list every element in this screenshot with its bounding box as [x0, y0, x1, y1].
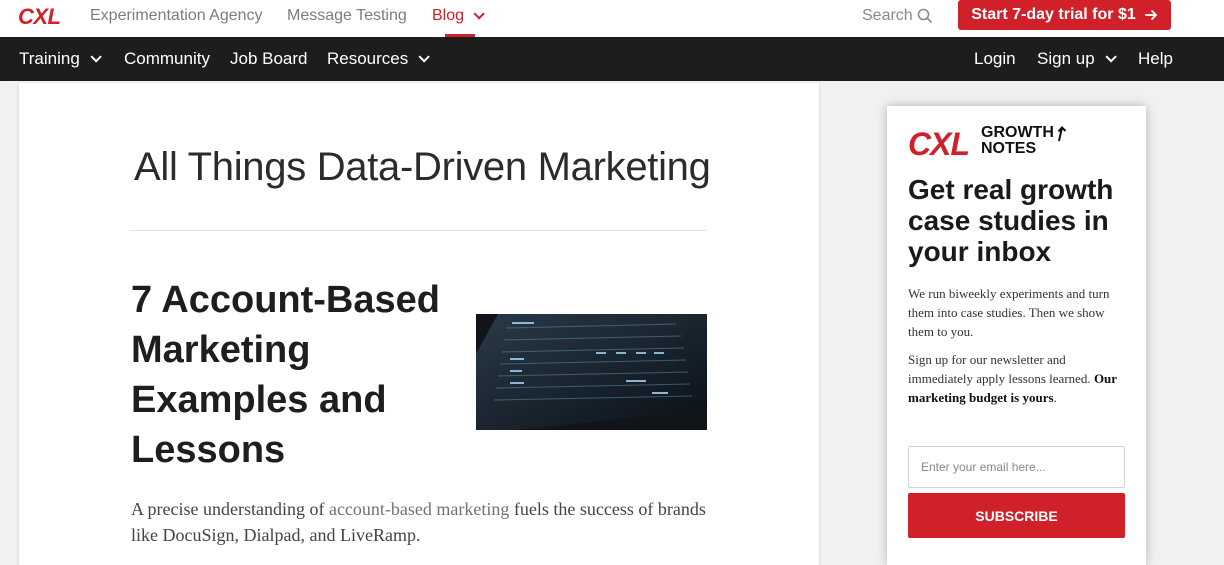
nav-job-board[interactable]: Job Board [230, 49, 308, 69]
article-title[interactable]: 7 Account-Based Marketing Examples and L… [131, 275, 461, 475]
nav-community-label: Community [124, 49, 210, 68]
nav-help[interactable]: Help [1138, 49, 1173, 69]
email-field[interactable] [908, 446, 1125, 488]
page-title: All Things Data-Driven Marketing [134, 145, 711, 189]
newsletter-heading: Get real growth case studies in your inb… [908, 174, 1114, 267]
chevron-down-icon [1105, 51, 1117, 63]
nav-login-label: Login [974, 49, 1016, 68]
chevron-down-icon [418, 51, 431, 63]
start-trial-label: Start 7-day trial for $1 [971, 6, 1136, 23]
cxl-logo: CXL [908, 126, 970, 162]
cxl-logo[interactable]: CXL [18, 4, 61, 30]
nav-sign-up[interactable]: Sign up [1037, 49, 1117, 69]
nav-resources[interactable]: Resources [327, 49, 431, 69]
subscribe-button[interactable]: SUBSCRIBE [908, 493, 1125, 538]
arrow-right-icon [1144, 9, 1158, 21]
link-message-testing[interactable]: Message Testing [287, 7, 407, 25]
search-icon [917, 8, 932, 24]
chevron-down-icon [90, 51, 102, 63]
article-excerpt: A precise understanding of account-based… [131, 496, 711, 548]
newsletter-description-2: Sign up for our newsletter and immediate… [908, 350, 1128, 407]
top-bar: CXL Experimentation Agency Message Testi… [0, 0, 1224, 37]
nav-sign-up-label: Sign up [1037, 49, 1095, 68]
growth-notes-logo: GROWTH NOTES [981, 124, 1068, 157]
nav-community[interactable]: Community [124, 49, 210, 69]
abm-link[interactable]: account-based marketing [329, 499, 509, 519]
link-blog-label: Blog [432, 7, 465, 24]
growth-text: GROWTH [981, 124, 1054, 141]
newsletter-description: We run biweekly experiments and turn the… [908, 286, 1110, 339]
dashboard-screen-image [476, 314, 707, 430]
p2-text: Sign up for our newsletter and immediate… [908, 352, 1094, 386]
main-nav: Training Community Job Board Resources L… [0, 37, 1224, 81]
start-trial-button[interactable]: Start 7-day trial for $1 [958, 0, 1171, 30]
nav-help-label: Help [1138, 49, 1173, 68]
search-button[interactable]: Search [862, 7, 933, 25]
link-blog[interactable]: Blog [432, 7, 485, 25]
nav-resources-label: Resources [327, 49, 409, 68]
nav-login[interactable]: Login [974, 49, 1016, 69]
arrow-up-icon [1057, 126, 1067, 142]
article-thumbnail[interactable] [476, 314, 707, 430]
p2-end: . [1053, 390, 1057, 405]
nav-job-board-label: Job Board [230, 49, 308, 68]
nav-training-label: Training [19, 49, 80, 68]
notes-text: NOTES [981, 140, 1037, 157]
newsletter-widget: CXL GROWTH NOTES Get real growth case st… [887, 106, 1146, 565]
link-experimentation-agency[interactable]: Experimentation Agency [90, 7, 263, 25]
divider [130, 230, 707, 231]
search-label: Search [862, 7, 913, 24]
chevron-down-icon [473, 8, 485, 20]
excerpt-text-start: A precise understanding of [131, 499, 329, 519]
blog-main-card: All Things Data-Driven Marketing 7 Accou… [19, 83, 819, 565]
nav-training[interactable]: Training [19, 49, 102, 69]
